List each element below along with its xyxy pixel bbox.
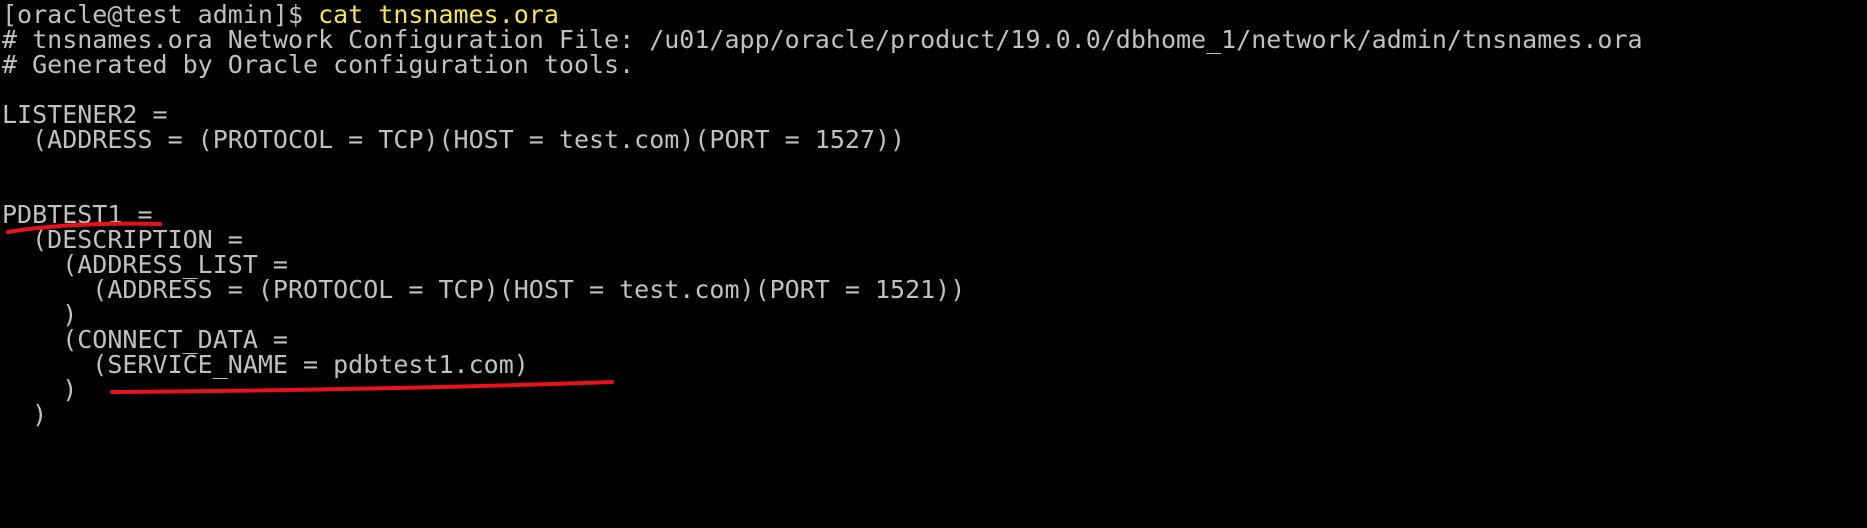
output-line-close-description: ) — [2, 400, 48, 429]
service-name-underline — [110, 380, 614, 394]
output-line-comment-generated: # Generated by Oracle configuration tool… — [2, 50, 635, 79]
output-line-pdbtest1-address: (ADDRESS = (PROTOCOL = TCP)(HOST = test.… — [2, 275, 966, 304]
output-line-service-name: (SERVICE_NAME = pdbtest1.com) — [2, 350, 529, 379]
terminal-window[interactable]: [oracle@test admin]$ cat tnsnames.ora # … — [0, 0, 1867, 528]
output-line-listener2-address: (ADDRESS = (PROTOCOL = TCP)(HOST = test.… — [2, 125, 906, 154]
